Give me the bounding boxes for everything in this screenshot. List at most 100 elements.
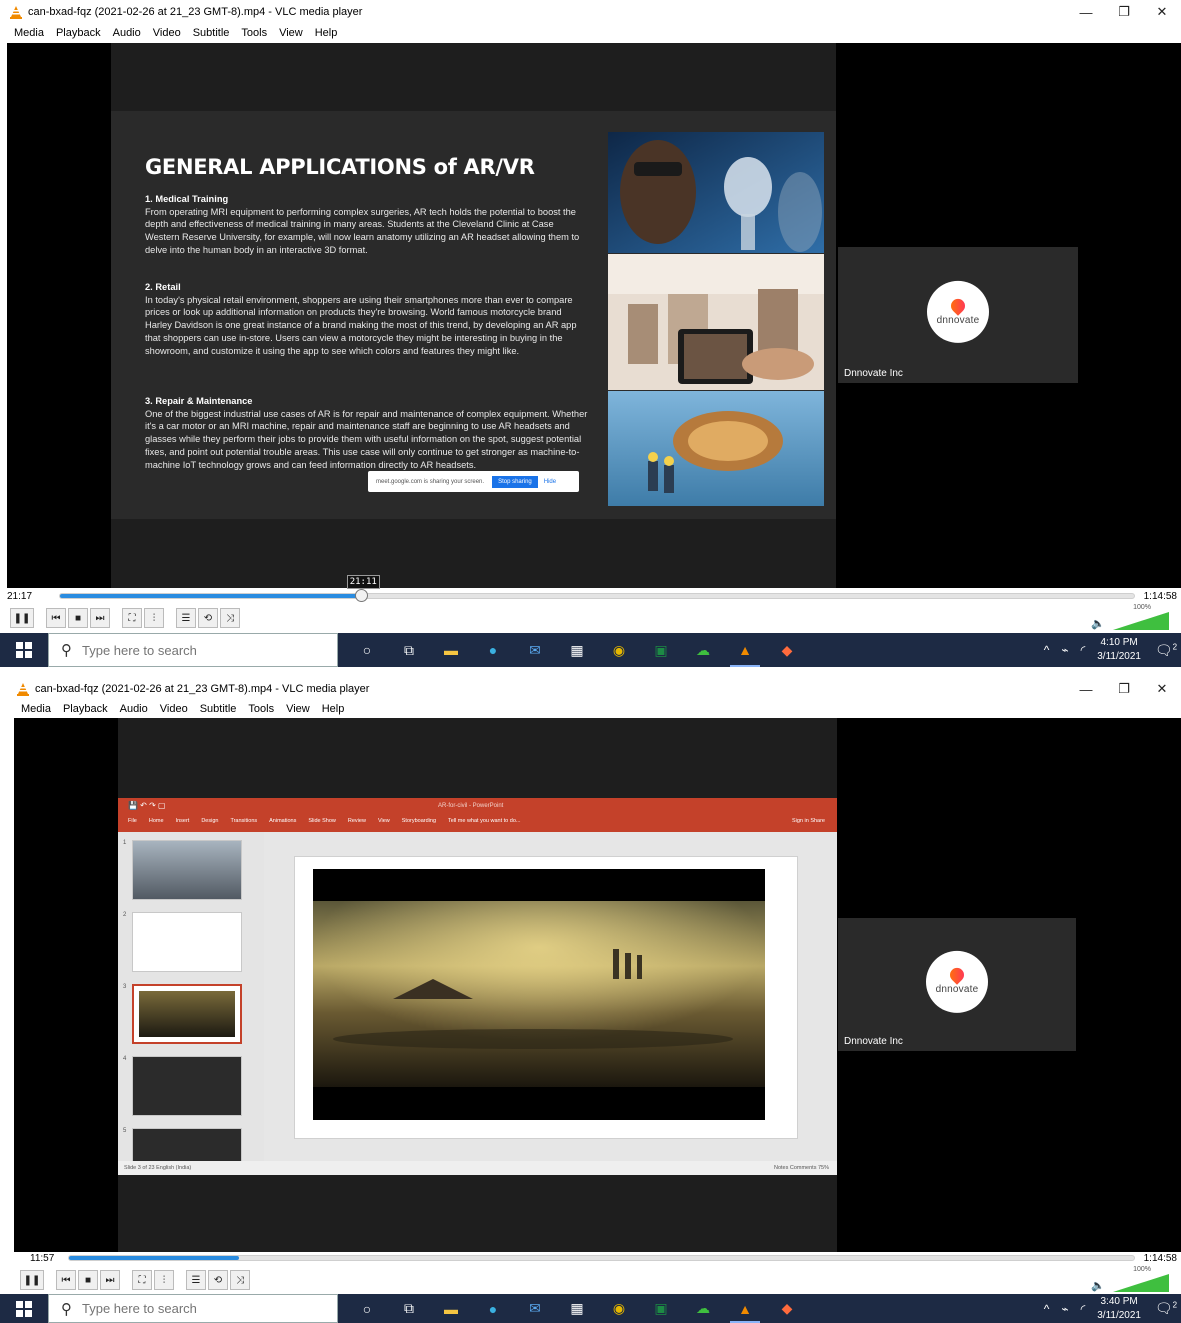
loop-button[interactable]: ⟲ [198,608,218,628]
menu-media[interactable]: Media [8,25,50,41]
seek-bar[interactable] [68,1255,1135,1261]
menu-tools[interactable]: Tools [242,701,280,717]
menu-subtitle[interactable]: Subtitle [187,25,236,41]
edge-icon[interactable]: ● [472,1294,514,1323]
slide-heading: GENERAL APPLICATIONS of AR/VR [145,155,535,179]
start-button[interactable] [0,1294,48,1323]
windows-logo-icon [16,1300,32,1317]
shuffle-button[interactable]: ⤨ [220,608,240,628]
speaker-icon[interactable]: 🔈 [1091,617,1105,630]
vlc-taskbar-icon[interactable]: ▲ [724,633,766,667]
close-button[interactable]: ✕ [1143,677,1181,701]
extended-settings-button[interactable]: ⫶ [144,608,164,628]
loop-button[interactable]: ⟲ [208,1270,228,1290]
mail-icon[interactable]: ✉ [514,633,556,667]
file-explorer-icon[interactable]: ▬ [430,1294,472,1323]
seek-bar[interactable]: 21:11 [59,575,1135,602]
menu-video[interactable]: Video [147,25,187,41]
file-explorer-icon[interactable]: ▬ [430,633,472,667]
aerial-field-image [313,869,765,1120]
backup-icon[interactable]: ☁ [682,1294,724,1323]
menu-audio[interactable]: Audio [114,701,154,717]
menu-help[interactable]: Help [309,25,344,41]
vlc-taskbar-icon[interactable]: ▲ [724,1294,766,1323]
restore-button[interactable]: ❐ [1105,677,1143,701]
shuffle-button[interactable]: ⤨ [230,1270,250,1290]
hide-share-button[interactable]: Hide [544,479,556,485]
taskbar-search[interactable]: ⚲ [48,633,338,667]
chevron-up-icon[interactable]: ^ [1044,643,1050,657]
chrome-icon[interactable]: ◉ [598,633,640,667]
title-bar: can-bxad-fqz (2021-02-26 at 21_23 GMT-8)… [0,677,1181,701]
menu-playback[interactable]: Playback [50,25,107,41]
menu-media[interactable]: Media [15,701,57,717]
excel-icon[interactable]: ▣ [640,1294,682,1323]
close-button[interactable]: ✕ [1143,0,1181,24]
chevron-up-icon[interactable]: ^ [1044,1302,1050,1316]
cortana-icon[interactable]: ○ [346,633,388,667]
next-button[interactable]: ⏭ [90,608,110,628]
menu-audio[interactable]: Audio [107,25,147,41]
mail-icon[interactable]: ✉ [514,1294,556,1323]
search-icon: ⚲ [61,642,72,659]
playlist-button[interactable]: ☰ [186,1270,206,1290]
menu-playback[interactable]: Playback [57,701,114,717]
retail-ar-image [608,254,824,390]
stop-sharing-button[interactable]: Stop sharing [492,475,538,488]
paint-drop-icon[interactable]: ◆ [766,633,808,667]
next-button[interactable]: ⏭ [100,1270,120,1290]
cortana-icon[interactable]: ○ [346,1294,388,1323]
menu-tools[interactable]: Tools [235,25,273,41]
edge-icon[interactable]: ● [472,633,514,667]
paint-drop-icon[interactable]: ◆ [766,1294,808,1323]
volume-control[interactable]: 100% 🔈 [1089,604,1169,630]
taskbar-clock[interactable]: 3:40 PM 3/11/2021 [1097,1295,1141,1323]
restore-button[interactable]: ❐ [1105,0,1143,24]
playlist-button[interactable]: ☰ [176,608,196,628]
store-icon[interactable]: ▦ [556,1294,598,1323]
pause-button[interactable]: ❚❚ [20,1270,44,1290]
volume-slider[interactable] [1113,1274,1169,1292]
ppt-doc-title: AR-for-civil - PowerPoint [438,803,504,809]
menu-video[interactable]: Video [154,701,194,717]
chrome-icon[interactable]: ◉ [598,1294,640,1323]
previous-button[interactable]: ⏮ [46,608,66,628]
fullscreen-button[interactable]: ⛶ [132,1270,152,1290]
menu-view[interactable]: View [280,701,316,717]
stop-button[interactable]: ■ [68,608,88,628]
network-icon[interactable]: ⌁ [1061,1302,1068,1316]
start-button[interactable] [0,633,48,667]
notification-icon[interactable]: 🗨2 [1151,1300,1181,1317]
seek-handle[interactable] [354,589,368,602]
taskbar-clock[interactable]: 4:10 PM 3/11/2021 [1097,636,1141,664]
menu-subtitle[interactable]: Subtitle [194,701,243,717]
minimize-button[interactable]: — [1067,677,1105,701]
speaker-icon[interactable]: 🔈 [1091,1279,1105,1292]
video-area[interactable]: 💾 ↶ ↷ ▢ AR-for-civil - PowerPoint File H… [14,718,1181,1252]
stop-button[interactable]: ■ [78,1270,98,1290]
pause-button[interactable]: ❚❚ [10,608,34,628]
volume-slider[interactable] [1113,612,1169,630]
previous-button[interactable]: ⏮ [56,1270,76,1290]
dnnovate-logo: dnnovate [926,950,988,1013]
volume-control[interactable]: 100% 🔈 [1089,1266,1169,1292]
taskbar-search-input[interactable] [82,642,282,658]
task-view-icon[interactable]: ⧉ [388,1294,430,1323]
wifi-icon[interactable]: ◜ [1081,643,1086,657]
fullscreen-button[interactable]: ⛶ [122,608,142,628]
extended-settings-button[interactable]: ⫶ [154,1270,174,1290]
store-icon[interactable]: ▦ [556,633,598,667]
notification-icon[interactable]: 🗨2 [1151,642,1181,659]
minimize-button[interactable]: — [1067,0,1105,24]
taskbar-search-input[interactable] [82,1301,282,1316]
seek-fill [60,594,361,598]
wifi-icon[interactable]: ◜ [1081,1302,1086,1316]
network-icon[interactable]: ⌁ [1061,643,1068,657]
taskbar-search[interactable]: ⚲ [48,1294,338,1323]
backup-icon[interactable]: ☁ [682,633,724,667]
menu-help[interactable]: Help [316,701,351,717]
task-view-icon[interactable]: ⧉ [388,633,430,667]
video-area[interactable]: GENERAL APPLICATIONS of AR/VR 1. Medical… [7,43,1181,588]
excel-icon[interactable]: ▣ [640,633,682,667]
menu-view[interactable]: View [273,25,309,41]
